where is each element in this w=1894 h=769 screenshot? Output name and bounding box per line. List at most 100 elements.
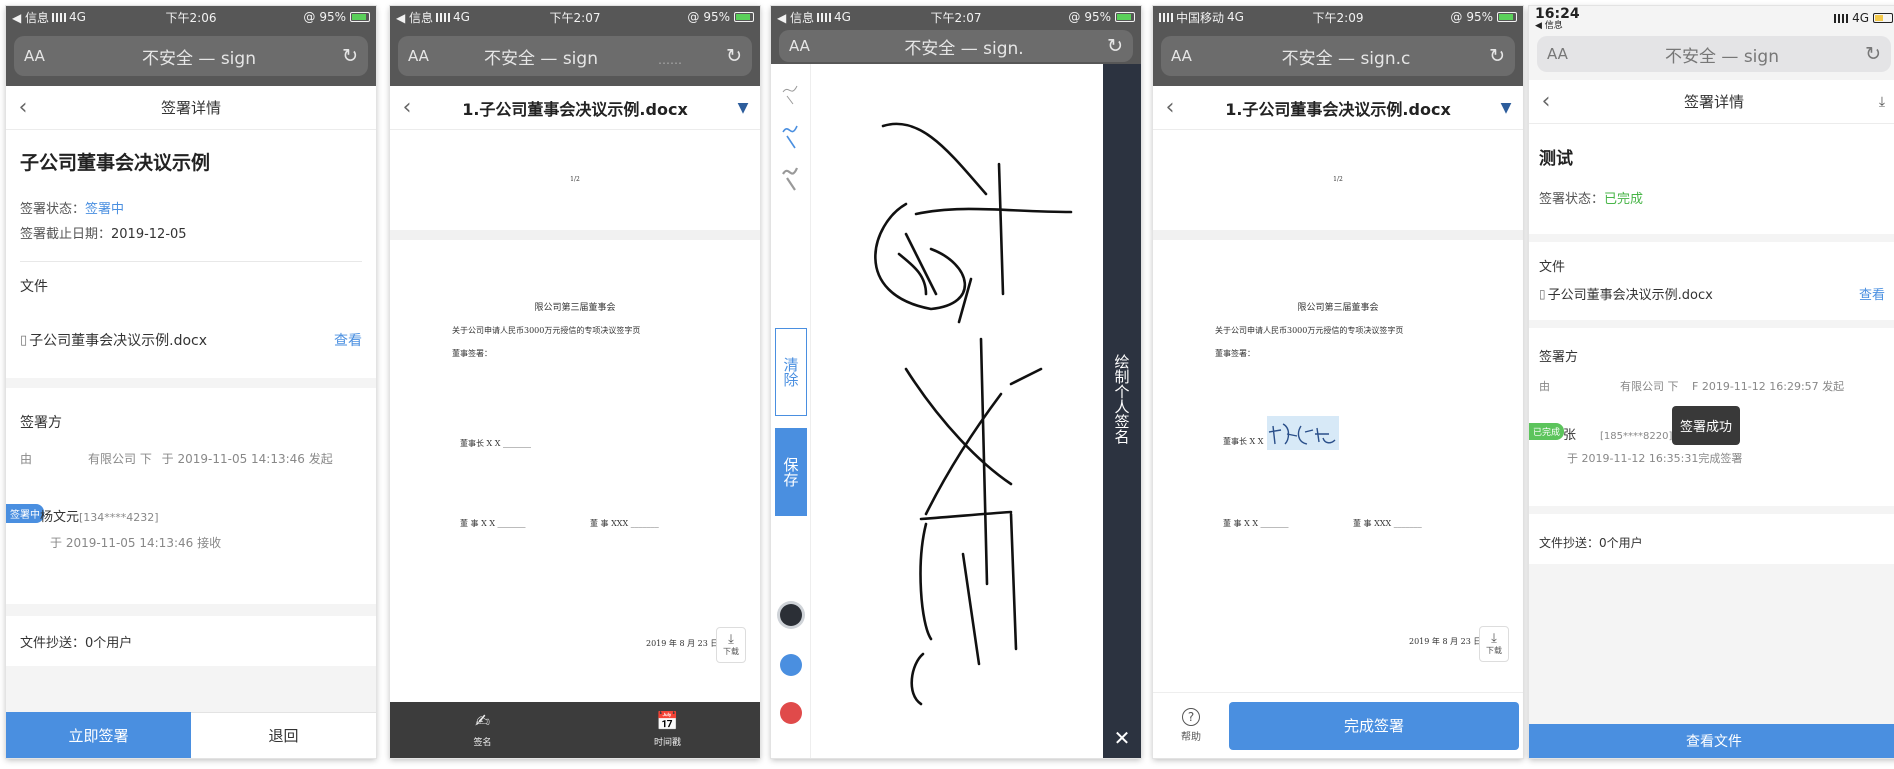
battery-percent: 95% — [1084, 10, 1111, 24]
complete-signing-button[interactable]: 完成签署 — [1229, 701, 1519, 750]
signers-section-label: 签署方 — [20, 415, 62, 431]
action-bar: 查看文件 — [1529, 724, 1894, 758]
reload-icon[interactable]: ↻ — [718, 45, 742, 67]
nav-bar: ‹ 1.子公司董事会决议示例.docx ▼ — [390, 86, 760, 130]
initiator-line: 由有限公司 下 于 2019-11-05 14:13:46 发起 — [20, 452, 333, 466]
back-to-app[interactable]: ◀ 信息 — [1535, 21, 1563, 31]
view-file-button[interactable]: 查看文件 — [1529, 724, 1894, 758]
color-black-swatch[interactable] — [780, 604, 802, 626]
document-icon: ▯ — [20, 332, 28, 348]
signer-entry: 张 [185****8220] — [1563, 424, 1672, 443]
battery-percent: 95% — [319, 10, 346, 24]
text-size-button[interactable]: AA — [1171, 47, 1211, 65]
nav-bar: ‹ 签署详情 — [6, 86, 376, 130]
pen-thickness-icon[interactable] — [771, 70, 811, 210]
signer-name: 张 — [1563, 428, 1577, 443]
pen-sign-icon: ✍ — [474, 710, 491, 732]
screen-document-signed: 中国移动 4G 下午2:09 @95% AA 不安全 — sign.c ↻ ‹ 1… — [1153, 6, 1523, 758]
save-button[interactable]: 保存 — [775, 428, 807, 516]
dropdown-triangle-icon[interactable]: ▼ — [726, 100, 760, 116]
signer-phone: [134****4232] — [79, 511, 159, 524]
timestamp-tool[interactable]: 📅 时间戳 — [575, 702, 760, 758]
battery-icon — [1873, 13, 1893, 23]
sign-deadline: 签署截止日期：2019-12-05 — [20, 227, 187, 242]
browser-url-bar: AA 不安全 — sign ↻ — [6, 28, 376, 86]
text-size-button[interactable]: AA — [1547, 45, 1587, 63]
download-button[interactable]: ⤓ 下载 — [1479, 626, 1509, 662]
url-text: 不安全 — sign…… — [484, 48, 682, 69]
clock: 16:24 — [1535, 6, 1580, 22]
back-chevron-icon[interactable]: ‹ — [1153, 95, 1187, 120]
loading-dots: …… — [657, 52, 682, 67]
back-chevron-icon[interactable]: ‹ — [1529, 89, 1563, 114]
help-button[interactable]: ? 帮助 — [1153, 708, 1229, 743]
file-row: ▯ 子公司董事会决议示例.docx 查看 — [1539, 284, 1885, 304]
page-title: 签署详情 — [1683, 93, 1744, 111]
text-size-button[interactable]: AA — [24, 47, 64, 65]
battery-percent: 95% — [1466, 10, 1493, 24]
page-title: 签署详情 — [160, 99, 221, 117]
doc-title: 子公司董事会决议示例 — [20, 152, 211, 174]
network: 4G — [69, 10, 86, 24]
file-section-label: 文件 — [1539, 260, 1566, 275]
reload-icon[interactable]: ↻ — [334, 45, 358, 67]
signature-canvas[interactable] — [811, 64, 1103, 758]
view-file-link[interactable]: 查看 — [334, 330, 362, 350]
address-field[interactable]: AA 不安全 — sign…… ↻ — [398, 36, 752, 76]
doc-date: 2019 年 8 月 23 日 — [1409, 637, 1482, 646]
reload-icon[interactable]: ↻ — [1857, 43, 1881, 65]
nav-bar: ‹ 1.子公司董事会决议示例.docx ▼ — [1153, 86, 1523, 130]
signer-entry: 杨文元[134****4232] — [40, 506, 159, 525]
cc-card: 文件抄送：0个用户 — [1529, 514, 1894, 564]
document-viewer[interactable]: 1/2 限公司第三届董事会 关于公司申请人民币3000万元授信的专项决议签字页 … — [390, 130, 760, 702]
browser-url-bar: AA 不安全 — sign.c ↻ — [1153, 28, 1523, 86]
document-viewer[interactable]: 1/2 限公司第三届董事会 关于公司申请人民币3000万元授信的专项决议签字页 … — [1153, 130, 1523, 692]
download-icon[interactable]: ⤓ — [1865, 94, 1894, 110]
file-name: 子公司董事会决议示例.docx — [29, 333, 208, 349]
doc-date: 2019 年 8 月 23 日 — [646, 639, 719, 648]
url-text: 不安全 — sign. — [904, 38, 1024, 59]
address-field[interactable]: AA 不安全 — sign. ↻ — [779, 30, 1133, 62]
text-size-button[interactable]: AA — [408, 47, 448, 65]
sign-status: 签署状态：签署中 — [20, 202, 125, 217]
view-file-link[interactable]: 查看 — [1859, 284, 1885, 303]
signature-pad-title: 绘制个人签名 — [1112, 354, 1131, 444]
received-time: 于 2019-11-05 14:13:46 接收 — [50, 536, 222, 550]
signature-tool[interactable]: ✍ 签名 — [390, 702, 575, 758]
reload-icon[interactable]: ↻ — [1481, 45, 1505, 67]
download-arrow-icon: ⤓ — [1491, 631, 1497, 646]
close-icon[interactable]: ✕ — [1103, 726, 1141, 750]
page-background — [1529, 564, 1894, 724]
url-text: 不安全 — sign — [1665, 46, 1779, 67]
text-size-button[interactable]: AA — [789, 37, 829, 55]
color-red-swatch[interactable] — [780, 702, 802, 724]
reload-icon[interactable]: ↻ — [1099, 35, 1123, 57]
page-title: 1.子公司董事会决议示例.docx — [1225, 99, 1451, 119]
cc-card: 文件抄送：0个用户 — [6, 616, 376, 666]
clear-button[interactable]: 清除 — [775, 328, 807, 416]
file-row-card: ▯ 子公司董事会决议示例.docx 查看 — [6, 318, 376, 378]
address-field[interactable]: AA 不安全 — sign ↻ — [1537, 36, 1891, 72]
download-arrow-icon: ⤓ — [728, 632, 734, 647]
sign-now-button[interactable]: 立即签署 — [6, 712, 191, 758]
doc-line: 关于公司申请人民币3000万元授信的专项决议签字页 — [1215, 326, 1404, 335]
initiator-line: 由有限公司 下 F 2019-11-12 16:29:57 发起 — [1539, 380, 1845, 393]
color-blue-swatch[interactable] — [780, 654, 802, 676]
url-text: 不安全 — sign — [142, 48, 256, 69]
file-section-label: 文件 — [20, 279, 48, 295]
download-button[interactable]: ⤓ 下载 — [716, 627, 746, 663]
address-field[interactable]: AA 不安全 — sign.c ↻ — [1161, 36, 1515, 76]
screen-draw-signature: ◀ 信息 4G 下午2:07 @95% AA 不安全 — sign. ↻ 清除 保… — [771, 6, 1141, 758]
return-button[interactable]: 退回 — [191, 712, 376, 758]
back-chevron-icon[interactable]: ‹ — [390, 95, 424, 120]
doc-summary-card: 子公司董事会决议示例 签署状态：签署中 签署截止日期：2019-12-05 文件 — [6, 130, 376, 318]
dropdown-triangle-icon[interactable]: ▼ — [1489, 100, 1523, 116]
status-badge: 已完成 — [1529, 423, 1565, 440]
clock: 下午2:07 — [930, 10, 982, 25]
battery-icon — [733, 12, 754, 22]
placed-signature-image[interactable] — [1267, 416, 1339, 450]
back-chevron-icon[interactable]: ‹ — [6, 95, 40, 120]
doc-summary-card: 测试 签署状态：已完成 — [1529, 124, 1894, 234]
cc-text: 文件抄送：0个用户 — [1539, 536, 1643, 550]
address-field[interactable]: AA 不安全 — sign ↻ — [14, 36, 368, 76]
